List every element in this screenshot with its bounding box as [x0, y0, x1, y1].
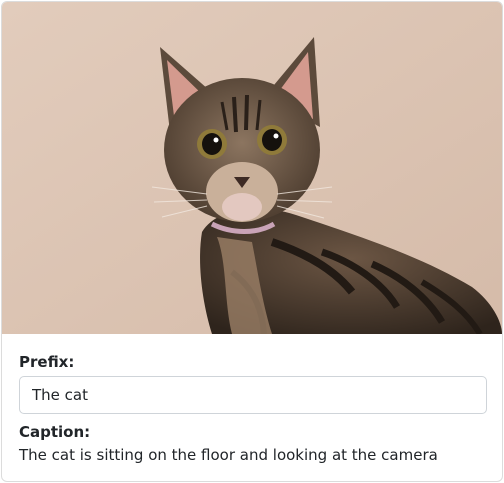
caption-form: Prefix: Caption: The cat is sitting on t… [19, 352, 487, 465]
prefix-input[interactable] [19, 376, 487, 414]
caption-label: Caption: [19, 423, 91, 441]
prefix-label: Prefix: [19, 353, 75, 371]
cat-photo [2, 2, 502, 334]
caption-text: The cat is sitting on the floor and look… [19, 446, 438, 464]
caption-card: Prefix: Caption: The cat is sitting on t… [1, 1, 503, 482]
